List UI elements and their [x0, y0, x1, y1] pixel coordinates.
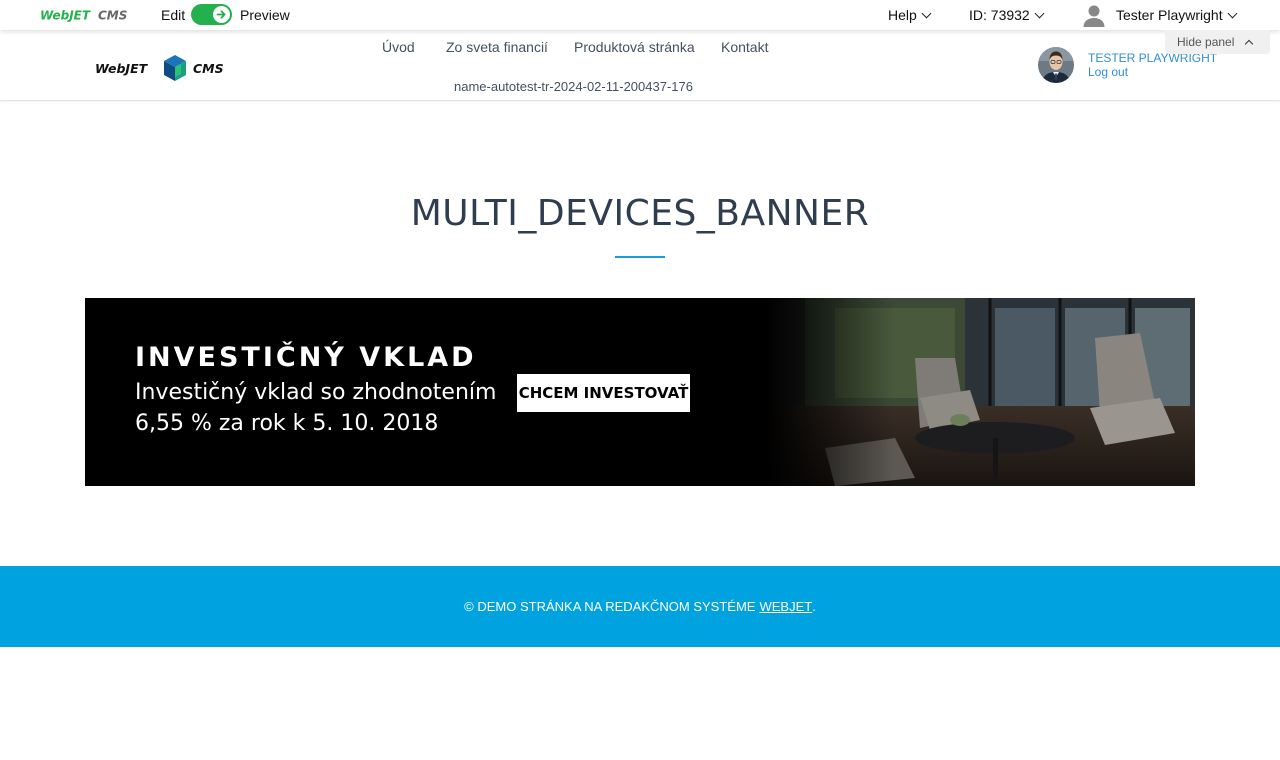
footer-trailing: .: [812, 599, 816, 614]
admin-toolbar: WebJET CMS Edit Preview Help ID: 73932 T…: [0, 0, 1280, 30]
webjet-admin-logo[interactable]: WebJET CMS: [40, 8, 135, 23]
page-id-menu[interactable]: ID: 73932: [969, 7, 1045, 23]
nav-link-produktova-stranka[interactable]: Produktová stránka: [574, 39, 695, 55]
user-label: Tester Playwright: [1116, 7, 1223, 23]
site-header: WebJET CMS Úvod Zo sveta financií Produk…: [0, 30, 1280, 101]
invest-cta-button[interactable]: CHCEM INVESTOVAŤ: [517, 374, 690, 412]
nav-link-uvod[interactable]: Úvod: [382, 39, 415, 55]
title-underline: [615, 256, 665, 258]
nav-link-autotest-page[interactable]: name-autotest-tr-2024-02-11-200437-176: [454, 79, 693, 94]
edit-label: Edit: [161, 7, 186, 23]
help-label: Help: [888, 7, 917, 23]
webjet-site-logo[interactable]: WebJET CMS: [95, 54, 235, 84]
banner-lounge-photo: [765, 298, 1195, 486]
banner-text-line-2: 6,55 % za rok k 5. 10. 2018: [135, 411, 439, 436]
page-id-label: ID: 73932: [969, 7, 1030, 23]
chevron-down-icon: [921, 8, 932, 18]
help-menu[interactable]: Help: [888, 7, 932, 23]
hide-panel-button[interactable]: Hide panel: [1165, 30, 1270, 54]
profile-avatar[interactable]: [1038, 47, 1074, 83]
logout-link[interactable]: Log out: [1088, 65, 1128, 79]
svg-text:CMS: CMS: [193, 61, 224, 76]
footer-text: © DEMO STRÁNKA NA REDAKČNOM SYSTÉME: [464, 599, 756, 614]
svg-text:WebJET: WebJET: [40, 9, 91, 23]
edit-preview-toggle[interactable]: [191, 4, 232, 25]
svg-text:WebJET: WebJET: [95, 61, 149, 76]
investment-banner[interactable]: INVESTIČNÝ VKLAD Investičný vklad so zho…: [85, 298, 1195, 486]
nav-link-kontakt[interactable]: Kontakt: [721, 39, 768, 55]
user-menu[interactable]: Tester Playwright: [1116, 7, 1238, 23]
svg-text:CMS: CMS: [98, 9, 127, 23]
banner-text-line-1: Investičný vklad so zhodnotením: [135, 380, 497, 405]
page-title: MULTI_DEVICES_BANNER: [410, 193, 870, 234]
chevron-down-icon: [1227, 8, 1238, 18]
chevron-up-icon: [1245, 39, 1254, 49]
nav-link-zo-sveta-financii[interactable]: Zo sveta financií: [446, 39, 548, 55]
chevron-down-icon: [1034, 8, 1045, 18]
arrow-right-icon: [213, 6, 230, 23]
site-footer: © DEMO STRÁNKA NA REDAKČNOM SYSTÉME WEBJ…: [0, 566, 1280, 647]
hide-panel-label: Hide panel: [1177, 35, 1235, 49]
banner-heading: INVESTIČNÝ VKLAD: [135, 342, 477, 373]
preview-label: Preview: [240, 7, 290, 23]
footer-webjet-link[interactable]: WEBJET: [759, 599, 812, 614]
user-icon[interactable]: [1082, 3, 1106, 27]
